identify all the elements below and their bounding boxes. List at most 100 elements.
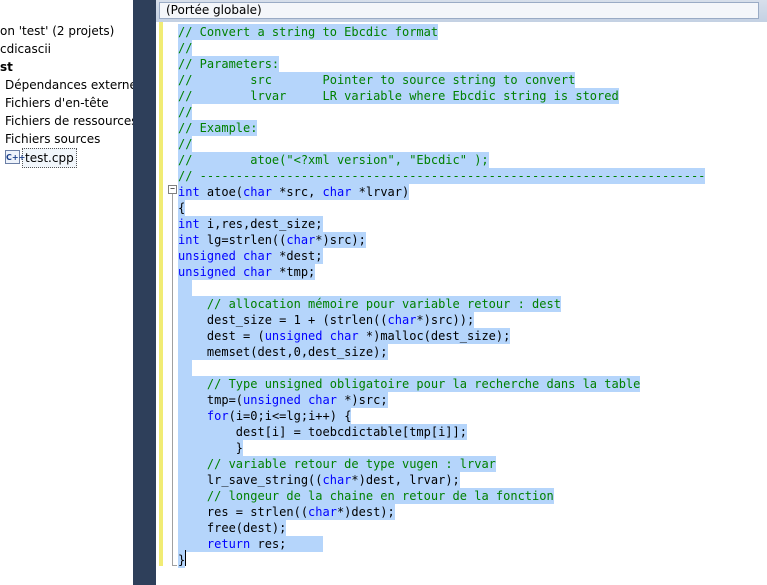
- code-text: *)src);: [315, 233, 366, 247]
- code-line[interactable]: dest_size = 1 + (strlen((char*)src));: [178, 312, 475, 328]
- code-comment: // lrvar LR variable where Ebcdic string…: [178, 89, 619, 103]
- tree-item[interactable]: test.cpp: [22, 148, 77, 168]
- code-comment: //: [178, 41, 193, 55]
- code-line[interactable]: // src Pointer to source string to conve…: [178, 72, 576, 88]
- code-line[interactable]: unsigned char *tmp;: [178, 264, 316, 280]
- code-line[interactable]: for(i=0;i<=lg;i++) {: [178, 408, 352, 424]
- panel-splitter[interactable]: [133, 0, 156, 585]
- code-text: res;: [250, 537, 287, 551]
- collapse-toggle-icon[interactable]: −: [168, 185, 177, 194]
- code-comment: // src Pointer to source string to conve…: [178, 73, 576, 87]
- code-line[interactable]: // atoe("<?xml version", "Ebcdic" );: [178, 152, 489, 168]
- code-text: *tmp;: [271, 265, 316, 279]
- code-text: *)src;: [336, 393, 388, 407]
- code-text: }: [178, 441, 244, 455]
- code-line[interactable]: }: [178, 440, 244, 456]
- code-line[interactable]: //: [178, 40, 193, 56]
- tree-item[interactable]: Fichiers d'en-tête: [5, 94, 109, 112]
- code-comment: // longeur de la chaine en retour de la …: [206, 489, 554, 503]
- change-tracking-bar: [159, 22, 163, 566]
- code-line[interactable]: dest[i] = toebcdictable[tmp[i]];: [178, 424, 467, 440]
- code-line[interactable]: tmp=(unsigned char *)src;: [178, 392, 388, 408]
- code-line[interactable]: // Example:: [178, 120, 258, 136]
- code-line[interactable]: // longeur de la chaine en retour de la …: [178, 488, 554, 504]
- tree-item[interactable]: on 'test' (2 projets): [0, 22, 114, 40]
- code-comment: // variable retour de type vugen : lrvar: [206, 457, 496, 471]
- code-text: atoe(: [199, 185, 244, 199]
- code-text: dest_size = 1 + (strlen((: [178, 313, 388, 327]
- outline-guide-end: [172, 565, 177, 566]
- code-keyword: char: [322, 185, 352, 199]
- code-text: *)dest);: [336, 505, 395, 519]
- code-line[interactable]: // allocation mémoire pour variable reto…: [178, 296, 561, 312]
- code-line[interactable]: // Convert a string to Ebcdic format: [178, 24, 439, 40]
- navigation-bar: (Portée globale): [156, 0, 767, 23]
- code-line[interactable]: free(dest);: [178, 520, 287, 536]
- code-line[interactable]: unsigned char *dest;: [178, 248, 323, 264]
- code-text: *)dest, lrvar);: [351, 473, 460, 487]
- code-line[interactable]: lr_save_string((char*)dest, lrvar);: [178, 472, 460, 488]
- solution-explorer: on 'test' (2 projets) cdicascii st Dépendan…: [0, 0, 133, 585]
- code-line[interactable]: // Parameters:: [178, 56, 280, 72]
- text-caret: [185, 550, 186, 566]
- outline-guide-line: [172, 194, 173, 566]
- code-keyword: unsigned: [178, 249, 236, 263]
- code-text: memset(dest,0,dest_size);: [178, 345, 388, 359]
- tree-item-label: st: [0, 60, 13, 74]
- code-keyword: char: [322, 473, 352, 487]
- cpp-file-icon: C++: [5, 150, 25, 164]
- code-line[interactable]: return res;: [178, 536, 323, 552]
- code-text: lr_save_string((: [178, 473, 323, 487]
- code-text: {: [178, 201, 186, 215]
- tree-item[interactable]: Fichiers de ressources: [5, 112, 133, 130]
- code-keyword: char: [243, 185, 272, 199]
- code-line[interactable]: memset(dest,0,dest_size);: [178, 344, 388, 360]
- code-text: *)src));: [416, 313, 475, 327]
- explorer-header: [0, 0, 133, 20]
- code-text: lg=strlen((: [199, 233, 287, 247]
- tree-item[interactable]: Fichiers sources: [5, 130, 100, 148]
- code-text: *)malloc(dest_size);: [358, 329, 511, 343]
- code-line[interactable]: // variable retour de type vugen : lrvar: [178, 456, 496, 472]
- code-line[interactable]: [178, 280, 193, 296]
- tree-item-label: Fichiers de ressources: [5, 114, 133, 128]
- code-line[interactable]: int lg=strlen((char*)src);: [178, 232, 366, 248]
- code-comment: // Example:: [178, 121, 258, 135]
- tree-item[interactable]: Dépendances externes: [5, 76, 133, 94]
- code-line[interactable]: // Type unsigned obligatoire pour la rec…: [178, 376, 641, 392]
- code-line[interactable]: int atoe(char *src, char *lrvar): [178, 184, 410, 200]
- code-line[interactable]: [178, 360, 193, 376]
- tree-item-label: Fichiers d'en-tête: [5, 96, 109, 110]
- code-line[interactable]: res = strlen((char*)dest);: [178, 504, 395, 520]
- code-keyword: int: [178, 217, 200, 231]
- code-text: dest[i] = toebcdictable[tmp[i]];: [178, 425, 467, 439]
- tree-item[interactable]: st: [0, 58, 13, 76]
- code-line[interactable]: // lrvar LR variable where Ebcdic string…: [178, 88, 619, 104]
- code-keyword: unsigned: [264, 329, 323, 343]
- code-text: *dest;: [271, 249, 323, 263]
- code-line[interactable]: dest = (unsigned char *)malloc(dest_size…: [178, 328, 511, 344]
- code-comment: // Parameters:: [178, 57, 280, 71]
- code-line[interactable]: //: [178, 136, 193, 152]
- scope-dropdown[interactable]: (Portée globale): [159, 2, 759, 19]
- tree-item-label: test.cpp: [25, 151, 74, 165]
- code-line[interactable]: // -------------------------------------…: [178, 168, 706, 184]
- code-line[interactable]: int i,res,dest_size;: [178, 216, 323, 232]
- code-keyword: unsigned: [178, 265, 236, 279]
- code-comment: // Convert a string to Ebcdic format: [178, 25, 439, 39]
- code-editor[interactable]: − // Convert a string to Ebcdic format //…: [156, 22, 767, 585]
- code-line[interactable]: {: [178, 200, 186, 216]
- code-line[interactable]: //: [178, 104, 193, 120]
- code-comment: // atoe("<?xml version", "Ebcdic" );: [178, 153, 489, 167]
- code-keyword: int: [178, 233, 200, 247]
- code-comment: //: [178, 137, 193, 151]
- code-comment: //: [178, 105, 193, 119]
- tree-item[interactable]: cdicascii: [0, 40, 51, 58]
